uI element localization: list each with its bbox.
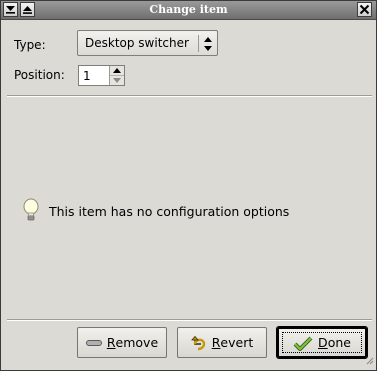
remove-button[interactable]: Remove [77,327,167,358]
done-mnemonic: D [318,335,328,350]
shade-icon[interactable] [20,2,35,17]
remove-label: emove [115,335,159,350]
info-message: This item has no configuration options [21,198,289,225]
spin-up-icon[interactable] [110,66,124,76]
position-label: Position: [14,68,65,82]
spin-buttons [109,66,124,85]
close-icon[interactable] [357,2,372,17]
type-label: Type: [14,38,46,52]
done-label: one [327,335,351,350]
remove-mnemonic: R [106,335,116,350]
window-menu-icon[interactable] [3,2,18,17]
info-text: This item has no configuration options [49,204,290,219]
top-separator [7,95,372,97]
resize-grip-icon[interactable] [366,354,374,368]
remove-icon [85,339,102,347]
combo-separator [198,35,199,52]
title-bar[interactable]: Change item [1,1,376,20]
window-title: Change item [149,3,228,16]
combo-arrows-icon [203,35,213,56]
lightbulb-icon [21,198,41,225]
done-icon [293,335,313,351]
revert-button[interactable]: Revert [177,327,267,358]
position-input[interactable] [80,67,111,84]
change-item-window: Change item Type: Desktop switcher Posit… [0,0,377,371]
type-combobox[interactable]: Desktop switcher [77,30,218,56]
revert-label: evert [220,335,254,350]
position-spinbutton [78,65,125,86]
spin-down-icon[interactable] [110,76,124,85]
done-button[interactable]: Done [276,326,368,359]
bottom-separator [7,319,372,321]
revert-icon [190,335,207,351]
revert-mnemonic: R [211,335,221,350]
type-value: Desktop switcher [85,36,189,50]
